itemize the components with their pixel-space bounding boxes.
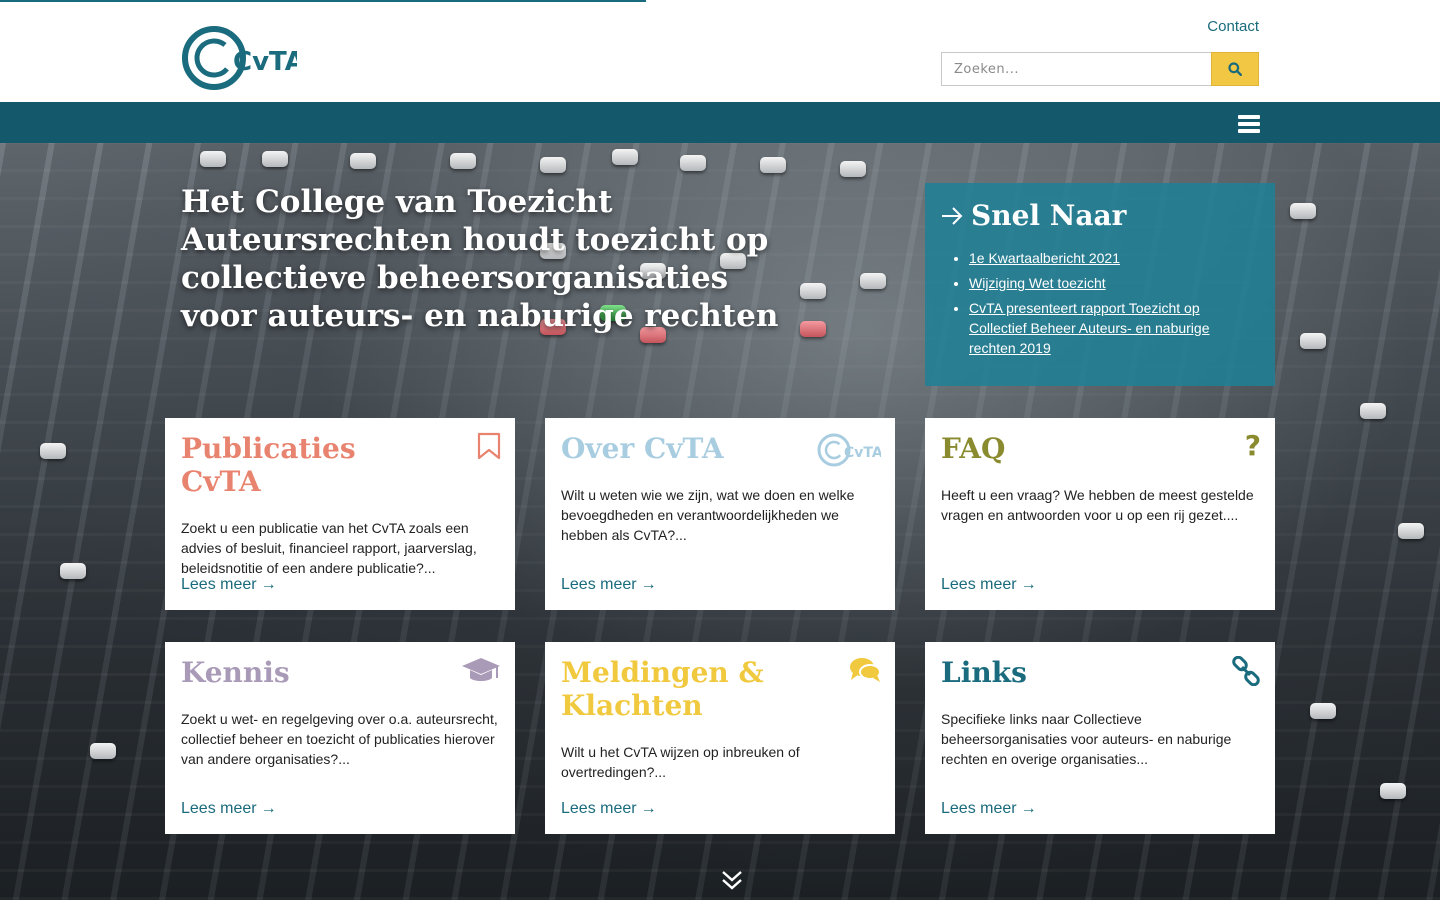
lees-meer-link[interactable]: Lees meer → — [181, 800, 277, 818]
hero-section: Het College van Toezicht Auteursrechten … — [0, 143, 1440, 900]
quick-link[interactable]: Wijziging Wet toezicht — [969, 275, 1106, 291]
arrow-right-icon: → — [640, 800, 657, 817]
lees-meer-link[interactable]: Lees meer → — [181, 576, 277, 594]
card-text: Specifieke links naar Collectieve beheer… — [941, 711, 1232, 767]
search-button[interactable] — [1211, 52, 1259, 86]
scroll-down-icon[interactable] — [720, 868, 744, 892]
quick-link[interactable]: CvTA presenteert rapport Toezicht op Col… — [969, 300, 1209, 356]
card-text: Wilt u het CvTA wijzen op inbreuken of o… — [561, 744, 800, 780]
card-kennis[interactable]: Kennis Zoekt u wet- en regelgeving over … — [165, 642, 515, 834]
search-input[interactable] — [941, 52, 1211, 86]
card-over-cvta[interactable]: Over CvTA CvTA Wilt u weten wie we zijn,… — [545, 418, 895, 610]
quick-link[interactable]: 1e Kwartaalbericht 2021 — [969, 250, 1120, 266]
quick-links-panel: Snel Naar 1e Kwartaalbericht 2021 Wijzig… — [925, 183, 1275, 386]
cvta-logo-icon: CvTA — [817, 432, 883, 473]
arrow-right-icon: → — [640, 576, 657, 593]
quick-links-list: 1e Kwartaalbericht 2021 Wijziging Wet to… — [941, 248, 1255, 358]
arrow-right-icon: → — [260, 800, 277, 817]
list-item: Wijziging Wet toezicht — [969, 273, 1255, 293]
lees-meer-link[interactable]: Lees meer → — [941, 800, 1037, 818]
cvta-logo[interactable]: CvTA — [181, 24, 305, 92]
question-icon: ? — [1244, 429, 1261, 462]
quick-links-heading: Snel Naar — [941, 199, 1255, 232]
arrow-right-icon — [942, 206, 963, 225]
hamburger-icon[interactable] — [1238, 115, 1260, 133]
list-item: CvTA presenteert rapport Toezicht op Col… — [969, 298, 1255, 358]
card-meldingen[interactable]: Meldingen & Klachten Wilt u het CvTA wij… — [545, 642, 895, 834]
svg-text:CvTA: CvTA — [844, 445, 881, 461]
search-icon — [1228, 62, 1242, 76]
card-text: Zoekt u wet- en regelgeving over o.a. au… — [181, 711, 498, 767]
card-title: Kennis — [181, 656, 290, 689]
card-title: Publicaties CvTA — [181, 432, 356, 498]
contact-link[interactable]: Contact — [1207, 18, 1259, 35]
list-item: 1e Kwartaalbericht 2021 — [969, 248, 1255, 268]
arrow-right-icon: → — [1020, 800, 1037, 817]
main-navbar — [0, 102, 1440, 143]
card-title: Links — [941, 656, 1027, 689]
lees-meer-link[interactable]: Lees meer → — [941, 576, 1037, 594]
quick-links-title: Snel Naar — [971, 199, 1127, 232]
card-text: Heeft u een vraag? We hebben de meest ge… — [941, 487, 1254, 523]
hero-title: Het College van Toezicht Auteursrechten … — [181, 184, 779, 334]
card-links[interactable]: Links Specifieke links naar Collectieve … — [925, 642, 1275, 834]
comments-icon — [849, 656, 881, 689]
logo-text: CvTA — [233, 47, 297, 77]
lees-meer-link[interactable]: Lees meer → — [561, 800, 657, 818]
link-icon — [1231, 655, 1261, 691]
bookmark-icon — [477, 432, 501, 465]
card-publicaties[interactable]: Publicaties CvTA Zoekt u een publicatie … — [165, 418, 515, 610]
card-title: FAQ — [941, 432, 1006, 465]
arrow-right-icon: → — [1020, 576, 1037, 593]
graduation-cap-icon — [461, 656, 501, 689]
search-form — [941, 52, 1259, 86]
card-text: Wilt u weten wie we zijn, wat we doen en… — [561, 487, 855, 543]
card-faq[interactable]: FAQ ? Heeft u een vraag? We hebben de me… — [925, 418, 1275, 610]
arrow-right-icon: → — [260, 576, 277, 593]
card-title: Meldingen & Klachten — [561, 656, 764, 722]
lees-meer-link[interactable]: Lees meer → — [561, 576, 657, 594]
site-header: CvTA Contact — [0, 0, 1440, 102]
card-text: Zoekt u een publicatie van het CvTA zoal… — [181, 520, 477, 576]
page-load-progress — [0, 0, 646, 2]
